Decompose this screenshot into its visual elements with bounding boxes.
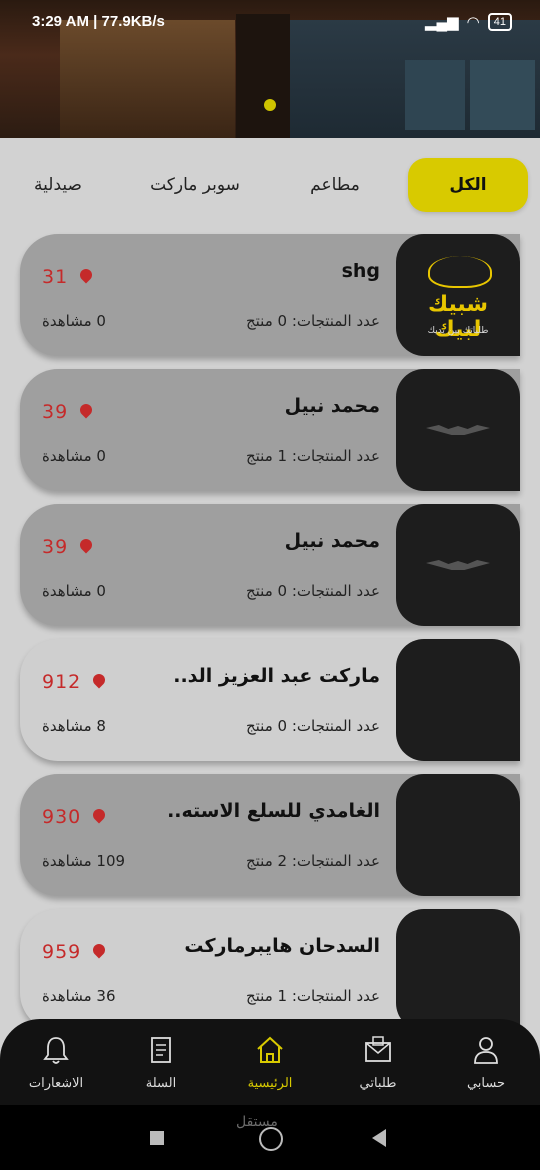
view-count: 0 مشاهدة (42, 582, 106, 600)
watermark-logo: مستقل (236, 1114, 278, 1130)
bat-icon (426, 425, 490, 435)
store-distance: 959 (42, 941, 105, 963)
distance-value: 31 (42, 266, 69, 288)
location-pin-icon (80, 539, 92, 555)
store-name: محمد نبيل (284, 395, 380, 417)
store-card[interactable]: محمد نبيل 39 عدد المنتجات: 1 منتج 0 مشاه… (20, 369, 520, 491)
product-count: عدد المنتجات: 0 منتج (245, 717, 380, 735)
network-speed: | 77.9KB/s (93, 13, 165, 30)
store-name: ماركت عبد العزيز الد.. (173, 665, 380, 687)
store-card[interactable]: محمد نبيل 39 عدد المنتجات: 0 منتج 0 مشاه… (20, 504, 520, 626)
store-photo (396, 639, 520, 761)
tab-supermarket[interactable]: سوبر ماركت (150, 158, 240, 212)
store-card[interactable]: ماركت عبد العزيز الد.. 912 عدد المنتجات:… (20, 639, 520, 761)
distance-value: 39 (42, 536, 69, 558)
bell-icon (16, 1033, 96, 1067)
user-icon (446, 1033, 526, 1067)
distance-value: 930 (42, 806, 82, 828)
nav-label: السلة (145, 1075, 177, 1090)
store-logo: شبيك لبيك طلباتك بين يديك (396, 234, 520, 356)
nav-label: طلباتي (359, 1075, 397, 1090)
location-pin-icon (93, 944, 105, 960)
wifi-icon: ◠ (466, 14, 480, 31)
store-logo (396, 504, 520, 626)
carousel-dot[interactable] (264, 99, 276, 111)
store-photo (396, 774, 520, 896)
store-distance: 39 (42, 401, 92, 423)
view-count: 0 مشاهدة (42, 447, 106, 465)
category-tabs: الكل مطاعم سوبر ماركت صيدلية (0, 158, 540, 216)
store-name: محمد نبيل (284, 530, 380, 552)
store-card[interactable]: شبيك لبيك طلباتك بين يديك shg 31 عدد الم… (20, 234, 520, 356)
logo-subtitle: طلباتك بين يديك (427, 326, 489, 336)
view-count: 109 مشاهدة (42, 852, 126, 870)
status-bar: 3:29 AM | 77.9KB/s ▂▄▆ ◠ 41 (0, 0, 540, 44)
store-logo (396, 369, 520, 491)
product-count: عدد المنتجات: 1 منتج (245, 447, 380, 465)
home-icon (230, 1033, 310, 1067)
store-photo (396, 909, 520, 1031)
store-name: السدحان هايبرماركت (184, 935, 380, 957)
product-count: عدد المنتجات: 2 منتج (245, 852, 380, 870)
nav-cart[interactable]: السلة (121, 1033, 201, 1091)
location-pin-icon (80, 404, 92, 420)
store-card[interactable]: السدحان هايبرماركت 959 عدد المنتجات: 1 م… (20, 909, 520, 1031)
location-pin-icon (93, 809, 105, 825)
back-button[interactable] (372, 1129, 386, 1147)
orders-icon (338, 1033, 418, 1067)
store-card[interactable]: الغامدي للسلع الاسته.. 930 عدد المنتجات:… (20, 774, 520, 896)
tab-pharmacy[interactable]: صيدلية (28, 158, 88, 212)
shop-window (470, 60, 535, 130)
product-count: عدد المنتجات: 0 منتج (245, 582, 380, 600)
nav-notifications[interactable]: الاشعارات (16, 1033, 96, 1091)
product-count: عدد المنتجات: 1 منتج (245, 987, 380, 1005)
distance-value: 959 (42, 941, 82, 963)
store-distance: 39 (42, 536, 92, 558)
view-count: 8 مشاهدة (42, 717, 106, 735)
nav-home[interactable]: الرئيسية (230, 1033, 310, 1091)
home-button[interactable] (259, 1127, 283, 1151)
nav-account[interactable]: حسابي (446, 1033, 526, 1091)
cart-icon (121, 1033, 201, 1067)
view-count: 0 مشاهدة (42, 312, 106, 330)
status-time: 3:29 AM (32, 13, 89, 30)
nav-orders[interactable]: طلباتي (338, 1033, 418, 1091)
distance-value: 39 (42, 401, 69, 423)
recent-apps-button[interactable] (150, 1131, 164, 1145)
lamp-icon (428, 256, 492, 288)
shop-window (405, 60, 465, 130)
signal-icon: ▂▄▆ (424, 14, 459, 31)
tab-all[interactable]: الكل (408, 158, 528, 212)
bat-icon (426, 560, 490, 570)
store-name: الغامدي للسلع الاسته.. (167, 800, 380, 822)
tab-restaurants[interactable]: مطاعم (300, 158, 370, 212)
store-distance: 930 (42, 806, 105, 828)
battery-icon: 41 (487, 13, 512, 31)
store-name: shg (341, 260, 380, 282)
nav-label: الاشعارات (28, 1075, 84, 1090)
store-distance: 31 (42, 266, 92, 288)
nav-label: الرئيسية (247, 1075, 293, 1090)
nav-label: حسابي (466, 1075, 506, 1090)
store-distance: 912 (42, 671, 105, 693)
view-count: 36 مشاهدة (42, 987, 116, 1005)
product-count: عدد المنتجات: 0 منتج (245, 312, 380, 330)
location-pin-icon (80, 269, 92, 285)
location-pin-icon (93, 674, 105, 690)
distance-value: 912 (42, 671, 82, 693)
bottom-navigation: الاشعارات السلة الرئيسية طلباتي حسابي (0, 1019, 540, 1105)
